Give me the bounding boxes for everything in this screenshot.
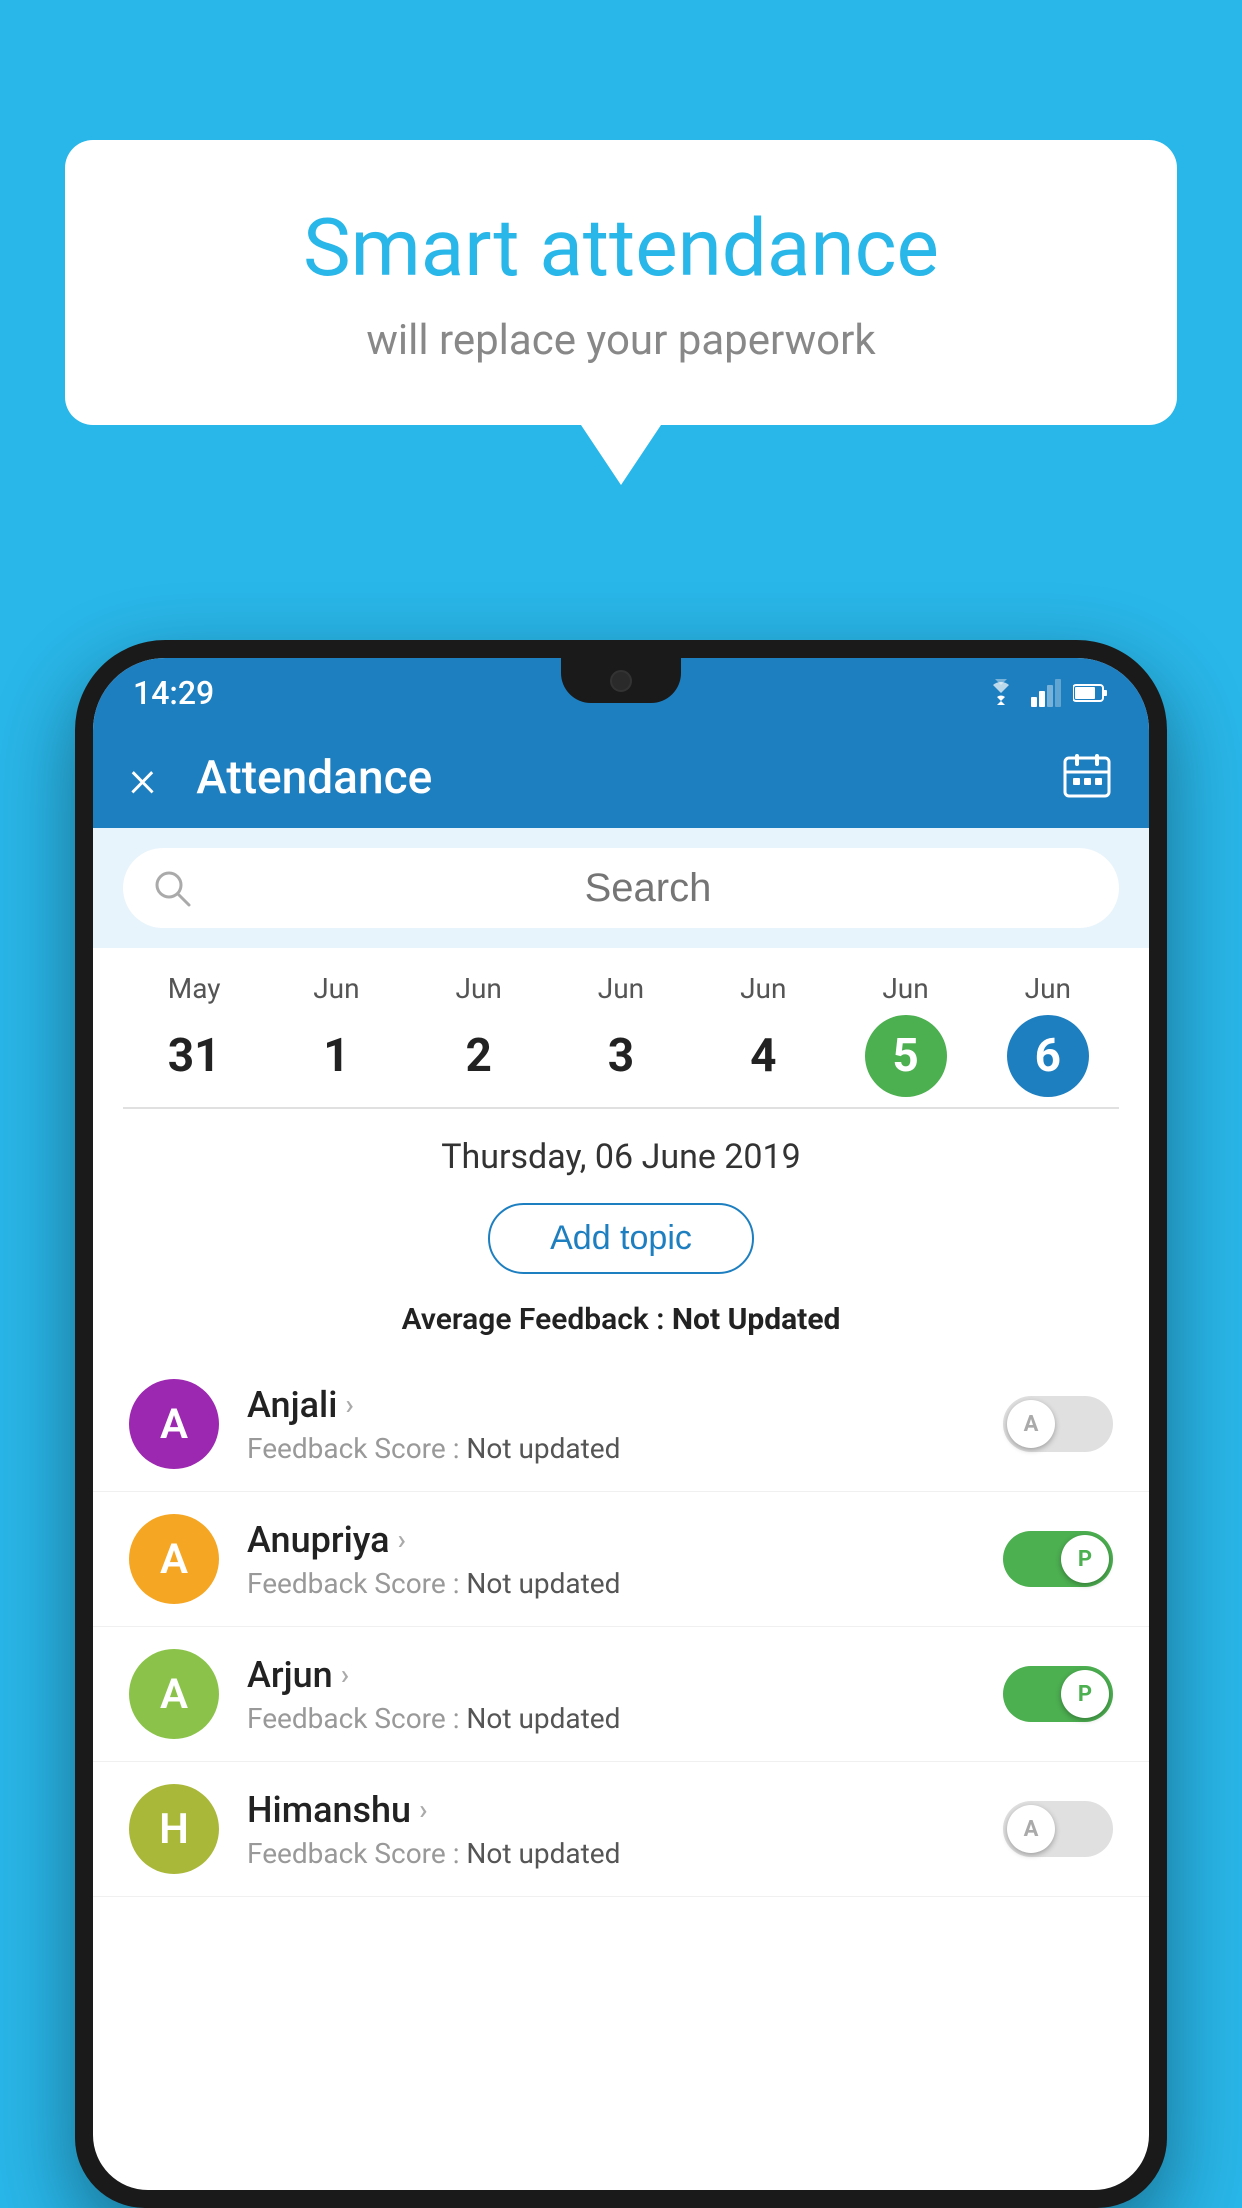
wifi-icon	[983, 679, 1019, 707]
search-icon	[153, 869, 191, 907]
app-title: Attendance	[196, 751, 1061, 805]
cal-day-number: 5	[865, 1015, 947, 1097]
cal-month-label: Jun	[313, 972, 359, 1005]
attendance-toggle[interactable]: P	[1003, 1666, 1113, 1722]
cal-month-label: Jun	[1025, 972, 1071, 1005]
student-info: Arjun › Feedback Score : Not updated	[247, 1654, 1003, 1735]
calendar-day[interactable]: Jun 2	[408, 972, 550, 1097]
toggle-knob: P	[1061, 1670, 1109, 1718]
cal-day-number: 6	[1007, 1015, 1089, 1097]
student-feedback-score: Feedback Score : Not updated	[247, 1567, 1003, 1600]
student-item[interactable]: AAnjali ›Feedback Score : Not updatedA	[93, 1357, 1149, 1492]
add-topic-container: Add topic	[93, 1193, 1149, 1294]
cal-day-number: 2	[438, 1015, 520, 1097]
app-bar: × Attendance	[93, 728, 1149, 828]
toggle-knob: A	[1007, 1805, 1055, 1853]
feedback-avg-label: Average Feedback :	[402, 1302, 672, 1337]
cal-day-number: 3	[580, 1015, 662, 1097]
phone-screen: 14:29	[93, 658, 1149, 2190]
calendar-day[interactable]: Jun 4	[692, 972, 834, 1097]
chevron-icon: ›	[419, 1793, 427, 1826]
student-info: Anjali › Feedback Score : Not updated	[247, 1384, 1003, 1465]
calendar-day[interactable]: May 31	[123, 972, 265, 1097]
calendar-day[interactable]: Jun 3	[550, 972, 692, 1097]
student-avatar: A	[129, 1649, 219, 1739]
student-name: Arjun ›	[247, 1654, 1003, 1696]
student-item[interactable]: A Anupriya › Feedback Score : Not updated P	[93, 1492, 1149, 1627]
cal-month-label: May	[168, 972, 221, 1005]
students-list: AAnjali ›Feedback Score : Not updatedAAA…	[93, 1357, 1149, 1897]
attendance-toggle[interactable]: A	[1003, 1801, 1113, 1857]
student-info: Anupriya › Feedback Score : Not updated	[247, 1519, 1003, 1600]
speech-bubble-section: Smart attendance will replace your paper…	[65, 140, 1177, 485]
student-feedback-score: Feedback Score : Not updated	[247, 1837, 1003, 1870]
cal-month-label: Jun	[456, 972, 502, 1005]
close-button[interactable]: ×	[129, 748, 156, 809]
chevron-icon: ›	[345, 1388, 353, 1421]
student-name: Anjali ›	[247, 1384, 1003, 1426]
bubble-subtitle: will replace your paperwork	[145, 316, 1097, 365]
cal-month-label: Jun	[740, 972, 786, 1005]
cal-day-number: 1	[295, 1015, 377, 1097]
phone-frame: 14:29	[75, 640, 1167, 2208]
student-item[interactable]: A Arjun › Feedback Score : Not updated P	[93, 1627, 1149, 1762]
bubble-tail	[581, 425, 661, 485]
cal-month-label: Jun	[882, 972, 928, 1005]
calendar-day[interactable]: Jun 5	[834, 972, 976, 1097]
toggle-knob: A	[1007, 1400, 1055, 1448]
chevron-icon: ›	[398, 1523, 406, 1556]
feedback-score-value: Not updated	[466, 1702, 620, 1735]
signal-icon	[1031, 679, 1061, 707]
cal-month-label: Jun	[598, 972, 644, 1005]
search-container	[93, 828, 1149, 948]
student-name: Himanshu ›	[247, 1789, 1003, 1831]
calendar-strip: May 31 Jun 1 Jun 2 Jun 3 Jun 4 Jun 5 Jun 6	[93, 948, 1149, 1107]
calendar-day[interactable]: Jun 6	[977, 972, 1119, 1097]
status-time: 14:29	[133, 674, 214, 712]
student-avatar: H	[129, 1784, 219, 1874]
selected-date: Thursday, 06 June 2019	[93, 1109, 1149, 1193]
student-feedback-score: Feedback Score : Not updated	[247, 1432, 1003, 1465]
toggle-knob: P	[1061, 1535, 1109, 1583]
student-item[interactable]: H Himanshu › Feedback Score : Not updatedA	[93, 1762, 1149, 1897]
chevron-icon: ›	[341, 1658, 349, 1691]
camera	[610, 670, 632, 692]
notch	[561, 658, 681, 703]
cal-day-number: 4	[722, 1015, 804, 1097]
search-bar[interactable]	[123, 848, 1119, 928]
calendar-day[interactable]: Jun 1	[265, 972, 407, 1097]
student-name: Anupriya ›	[247, 1519, 1003, 1561]
feedback-avg-value: Not Updated	[672, 1302, 841, 1337]
feedback-score-value: Not updated	[466, 1432, 620, 1465]
battery-icon	[1073, 682, 1109, 704]
student-avatar: A	[129, 1379, 219, 1469]
attendance-toggle[interactable]: A	[1003, 1396, 1113, 1452]
student-feedback-score: Feedback Score : Not updated	[247, 1702, 1003, 1735]
student-avatar: A	[129, 1514, 219, 1604]
calendar-icon[interactable]	[1061, 750, 1113, 806]
status-icons	[983, 679, 1109, 707]
student-info: Himanshu › Feedback Score : Not updated	[247, 1789, 1003, 1870]
status-bar: 14:29	[93, 658, 1149, 728]
feedback-score-value: Not updated	[466, 1837, 620, 1870]
feedback-score-value: Not updated	[466, 1567, 620, 1600]
speech-bubble: Smart attendance will replace your paper…	[65, 140, 1177, 425]
cal-day-number: 31	[153, 1015, 235, 1097]
search-input[interactable]	[207, 866, 1089, 911]
bubble-title: Smart attendance	[145, 200, 1097, 296]
add-topic-button[interactable]: Add topic	[488, 1203, 754, 1274]
average-feedback: Average Feedback : Not Updated	[93, 1294, 1149, 1357]
attendance-toggle[interactable]: P	[1003, 1531, 1113, 1587]
